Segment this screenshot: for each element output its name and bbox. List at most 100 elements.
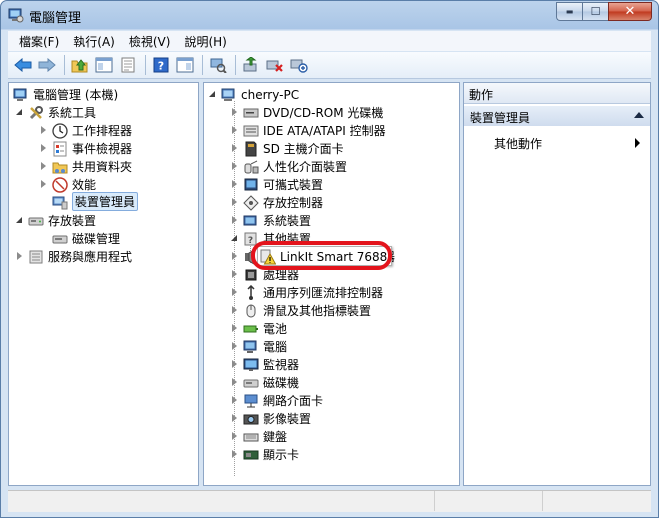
caption-buttons: ▬ ☐ ✕ — [556, 2, 652, 21]
expand-toggle[interactable] — [39, 126, 48, 135]
tree-item-label: 服務與應用程式 — [48, 250, 133, 264]
tree-item-event-viewer[interactable]: 事件檢視器 — [39, 140, 132, 157]
expand-toggle[interactable] — [230, 216, 239, 225]
collapse-arrow-icon[interactable] — [634, 112, 644, 118]
up-folder-icon — [71, 59, 88, 73]
expand-toggle[interactable] — [230, 162, 239, 171]
tree-item-label: 工作排程器 — [72, 124, 133, 138]
expand-toggle[interactable] — [230, 198, 239, 207]
help-button[interactable]: ? — [150, 54, 172, 76]
storage-controller-icon — [243, 194, 259, 211]
expand-toggle[interactable] — [230, 108, 239, 117]
uninstall-button[interactable] — [264, 54, 286, 76]
expand-toggle[interactable] — [15, 252, 24, 261]
network-adapter-icon — [244, 394, 258, 407]
device-category-storage-controller[interactable]: 存放控制器 — [230, 194, 323, 211]
device-category-label: 滑鼠及其他指標裝置 — [263, 304, 372, 318]
expand-toggle[interactable] — [230, 414, 239, 423]
expand-toggle[interactable] — [208, 90, 217, 99]
device-category-label: IDE ATA/ATAPI 控制器 — [263, 124, 386, 138]
tree-item-device-manager[interactable]: 裝置管理員 — [52, 192, 139, 211]
device-category-network-adapter[interactable]: 網路介面卡 — [230, 392, 323, 409]
show-hide-action-pane-button[interactable] — [174, 54, 196, 76]
expand-toggle[interactable] — [15, 108, 24, 117]
actions-section-device-manager[interactable]: 裝置管理員 — [464, 106, 650, 126]
expand-toggle[interactable] — [15, 216, 24, 225]
update-driver-button[interactable] — [240, 54, 262, 76]
device-tree-root[interactable]: cherry-PC — [208, 86, 299, 103]
expand-toggle[interactable] — [230, 144, 239, 153]
device-category-keyboard[interactable]: 鍵盤 — [230, 428, 287, 445]
expand-toggle[interactable] — [230, 252, 239, 261]
back-button[interactable] — [12, 54, 34, 76]
minimize-button[interactable]: ▬ — [556, 2, 582, 21]
tree-item-system-tools[interactable]: 系統工具 — [15, 104, 96, 121]
tree-item-task-scheduler[interactable]: 工作排程器 — [39, 122, 132, 139]
tree-item-services-applications[interactable]: 服務與應用程式 — [15, 248, 132, 265]
tree-item-shared-folders[interactable]: 共用資料夾 — [39, 158, 132, 175]
device-category-hid[interactable]: 人性化介面裝置 — [230, 158, 347, 175]
expand-toggle[interactable] — [230, 234, 239, 243]
expand-toggle[interactable] — [230, 126, 239, 135]
expand-toggle[interactable] — [230, 270, 239, 279]
device-category-ide-controller[interactable]: IDE ATA/ATAPI 控制器 — [230, 122, 386, 139]
device-category-battery[interactable]: 電池 — [230, 320, 287, 337]
tree-item-disk-management[interactable]: 磁碟管理 — [52, 230, 120, 247]
device-category-system-device[interactable]: 系統裝置 — [230, 212, 311, 229]
menu-help[interactable]: 說明(H) — [177, 33, 233, 50]
expand-toggle[interactable] — [230, 432, 239, 441]
computer-management-window: 電腦管理 ▬ ☐ ✕ 檔案(F) 執行(A) 檢視(V) 說明(H) ? 電腦管… — [0, 0, 659, 518]
svg-text:?: ? — [248, 236, 253, 246]
expand-toggle[interactable] — [230, 180, 239, 189]
device-category-dvd-drive[interactable]: DVD/CD-ROM 光碟機 — [230, 104, 383, 121]
expand-toggle[interactable] — [230, 306, 239, 315]
close-button[interactable]: ✕ — [608, 2, 652, 21]
device-category-imaging-device[interactable]: 影像裝置 — [230, 410, 311, 427]
forward-button[interactable] — [36, 54, 58, 76]
menu-action[interactable]: 執行(A) — [66, 33, 122, 50]
computer-icon — [243, 340, 257, 353]
menu-view[interactable]: 檢視(V) — [122, 33, 178, 50]
device-category-display-adapter[interactable]: 顯示卡 — [230, 446, 299, 463]
device-manager-icon — [52, 196, 68, 209]
minimize-icon: ▬ — [565, 7, 574, 16]
expand-toggle[interactable] — [230, 342, 239, 351]
expand-toggle[interactable] — [230, 324, 239, 333]
device-category-portable-device[interactable]: 可攜式裝置 — [230, 176, 323, 193]
tree-item-label: 磁碟管理 — [72, 232, 121, 246]
expand-toggle[interactable] — [230, 396, 239, 405]
expand-toggle[interactable] — [39, 180, 48, 189]
maximize-button[interactable]: ☐ — [582, 2, 608, 21]
expand-toggle[interactable] — [39, 162, 48, 171]
device-category-monitor[interactable]: 監視器 — [230, 356, 299, 373]
tree-root[interactable]: 電腦管理 (本機) — [13, 86, 118, 103]
expand-toggle[interactable] — [230, 288, 239, 297]
device-category-disk-drive[interactable]: 磁碟機 — [230, 374, 299, 391]
device-category-label: 監視器 — [263, 358, 300, 372]
device-category-computer[interactable]: 電腦 — [230, 338, 287, 355]
event-viewer-icon — [53, 141, 67, 156]
tree-item-storage[interactable]: 存放裝置 — [15, 212, 96, 229]
disable-button[interactable] — [288, 54, 310, 76]
up-one-level-button[interactable] — [69, 54, 91, 76]
processor-icon — [245, 269, 257, 280]
expand-toggle[interactable] — [39, 144, 48, 153]
scan-hardware-button[interactable] — [207, 54, 229, 76]
expand-toggle[interactable] — [230, 360, 239, 369]
show-hide-tree-button[interactable] — [93, 54, 115, 76]
actions-pane: 動作 裝置管理員 其他動作 — [463, 82, 651, 486]
menu-file[interactable]: 檔案(F) — [12, 33, 66, 50]
title-bar[interactable]: 電腦管理 ▬ ☐ ✕ — [1, 1, 658, 29]
tree-item-performance[interactable]: 效能 — [39, 176, 96, 193]
console-tree-pane[interactable]: 電腦管理 (本機) 系統工具 工作排程器 事件檢視器 共用資料夾 效能 裝置管理… — [8, 82, 199, 486]
device-category-mouse[interactable]: 滑鼠及其他指標裝置 — [230, 302, 371, 319]
device-category-usb[interactable]: 通用序列匯流排控制器 — [230, 284, 383, 301]
submenu-arrow-icon[interactable] — [635, 138, 640, 148]
expand-toggle[interactable] — [230, 450, 239, 459]
properties-button[interactable] — [117, 54, 139, 76]
more-actions-item[interactable]: 其他動作 — [494, 135, 542, 152]
device-category-sd-host[interactable]: SD 主機介面卡 — [230, 140, 344, 157]
device-tree-pane[interactable]: cherry-PC DVD/CD-ROM 光碟機 IDE ATA/ATAPI 控制… — [203, 82, 460, 486]
expand-toggle[interactable] — [230, 378, 239, 387]
update-driver-icon — [243, 57, 257, 72]
